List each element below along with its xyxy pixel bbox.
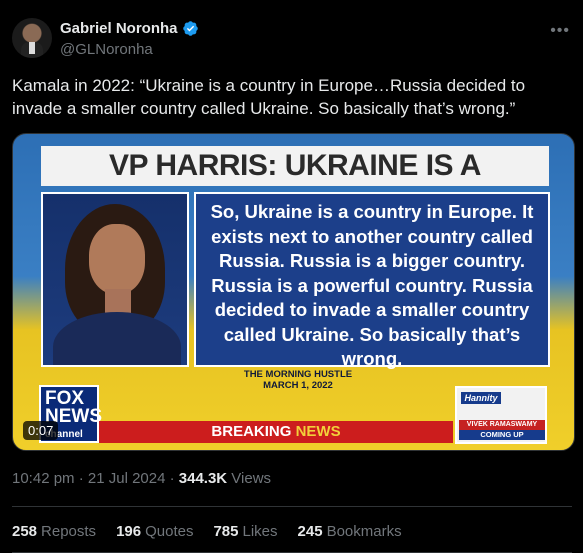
tweet-meta: 10:42 pm · 21 Jul 2024 · 344.3K Views: [12, 470, 271, 487]
reposts-label: Reposts: [41, 523, 97, 540]
bookmarks-count: 245: [297, 523, 323, 540]
bookmarks-label: Bookmarks: [326, 523, 402, 540]
handle[interactable]: @GLNoronha: [60, 41, 153, 58]
likes-count: 785: [213, 523, 239, 540]
name-row: Gabriel Noronha: [60, 20, 199, 37]
avatar-shirt: [29, 42, 35, 54]
divider: [12, 506, 572, 507]
quotes-label: Quotes: [145, 523, 194, 540]
display-name[interactable]: Gabriel Noronha: [60, 20, 178, 37]
stat-likes[interactable]: 785 Likes: [213, 523, 277, 540]
views-label: Views: [227, 470, 272, 487]
coming-up-box: Hannity VIVEK RAMASWAMY COMING UP: [455, 386, 547, 444]
portrait-face: [89, 224, 145, 294]
stat-reposts[interactable]: 258 Reposts: [12, 523, 96, 540]
reposts-count: 258: [12, 523, 38, 540]
stat-quotes[interactable]: 196 Quotes: [116, 523, 193, 540]
video-source: THE MORNING HUSTLE MARCH 1, 2022: [213, 369, 383, 391]
tweet-header: Gabriel Noronha @GLNoronha •••: [12, 16, 572, 60]
news-label: NEWS: [295, 423, 341, 440]
video-banner-title: VP HARRIS: UKRAINE IS A COUNTRY: [41, 146, 549, 222]
video-quote-box: So, Ukraine is a country in Europe. It e…: [194, 192, 550, 369]
timestamp[interactable]: 10:42 pm · 21 Jul 2024 ·: [12, 470, 179, 487]
more-horizontal-icon[interactable]: •••: [550, 22, 570, 40]
coming-up-label: COMING UP: [459, 430, 545, 440]
video-player[interactable]: VP HARRIS: UKRAINE IS A COUNTRY So, Ukra…: [12, 133, 575, 451]
show-name: Hannity: [461, 392, 501, 404]
video-duration: 0:07: [23, 421, 59, 440]
quotes-count: 196: [116, 523, 142, 540]
tweet-text: Kamala in 2022: “Ukraine is a country in…: [12, 76, 526, 118]
source-show: THE MORNING HUSTLE: [243, 369, 353, 380]
stat-bookmarks[interactable]: 245 Bookmarks: [298, 523, 402, 540]
likes-label: Likes: [242, 523, 278, 540]
avatar[interactable]: [12, 18, 52, 58]
portrait-body: [53, 312, 181, 365]
breaking-news-bar: BREAKING NEWS: [99, 421, 453, 443]
breaking-label: BREAKING: [211, 423, 296, 440]
engagement-stats: 258 Reposts 196 Quotes 785 Likes 245 Bookmar…: [12, 523, 402, 540]
video-portrait: [41, 192, 189, 367]
source-date: MARCH 1, 2022: [263, 380, 333, 391]
verified-badge-icon: [182, 21, 198, 36]
guest-name: VIVEK RAMASWAMY: [459, 420, 545, 430]
views-count: 344.3K: [178, 470, 228, 487]
